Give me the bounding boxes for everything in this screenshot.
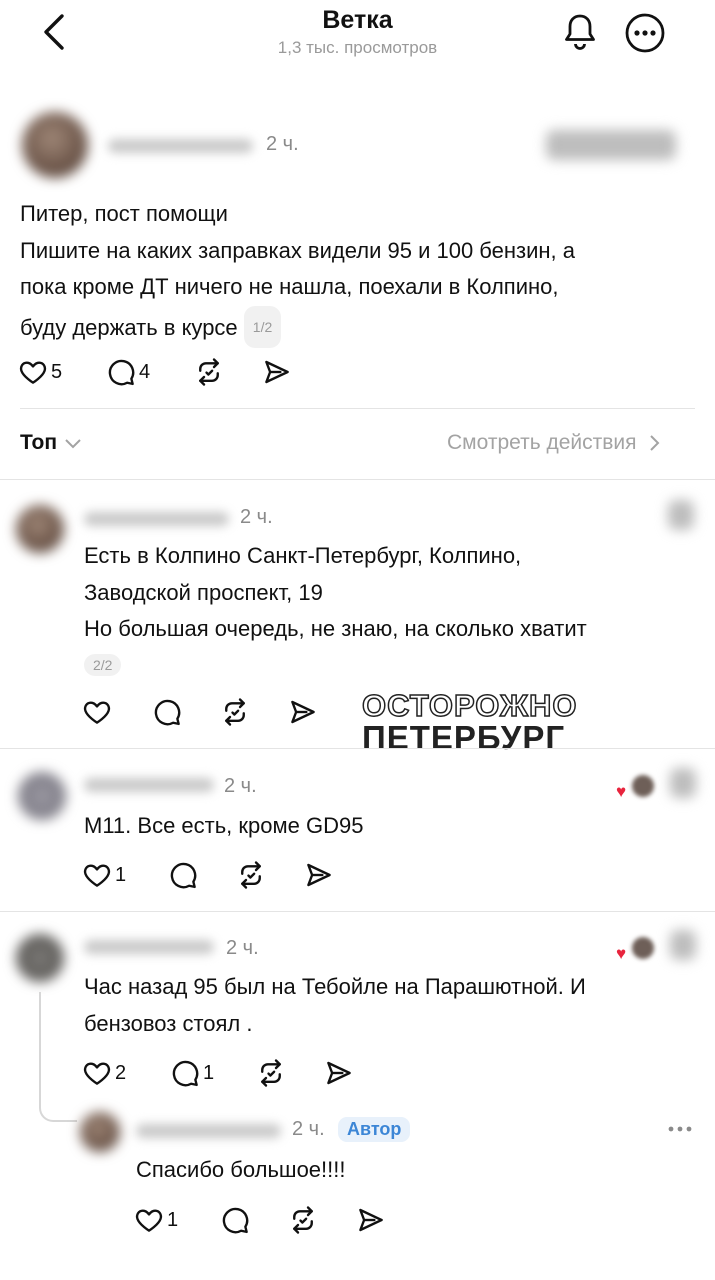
reply-time: 2 ч. [224, 775, 257, 797]
thread-line [39, 992, 41, 1092]
reply-author-name[interactable] [84, 940, 214, 954]
thread-connector [39, 1092, 77, 1122]
heart-icon [18, 357, 48, 387]
reply-button[interactable]: 4 [106, 357, 150, 387]
author-badge: Автор [338, 1117, 411, 1142]
reply-menu-button[interactable] [670, 930, 696, 960]
like-button[interactable]: 1 [134, 1205, 178, 1235]
liked-by-author-icon: ♥ [616, 944, 627, 963]
share-icon [304, 860, 334, 890]
reply-button[interactable]: 1 [170, 1058, 214, 1088]
reply-text: Есть в Колпино Санкт-Петербург, Колпино,… [84, 543, 587, 641]
share-icon [262, 357, 292, 387]
repost-button[interactable] [194, 357, 224, 387]
reply-text: Час назад 95 был на Тебойле на Парашютно… [84, 974, 586, 1036]
page-indicator: 2/2 [84, 654, 122, 676]
see-actions-link[interactable]: Смотреть действия [447, 431, 665, 455]
reply-text: Спасибо большое!!!! [136, 1157, 346, 1182]
reply-avatar[interactable] [16, 934, 64, 982]
reply-time: 2 ч. [240, 506, 273, 528]
reply-button[interactable] [152, 697, 182, 727]
chevron-down-icon [65, 439, 81, 449]
reply-menu-button[interactable] [668, 500, 694, 530]
liked-by-author-avatar [632, 937, 654, 959]
repost-icon [220, 697, 250, 727]
view-count: 1,3 тыс. просмотров [277, 38, 438, 57]
share-button[interactable] [304, 860, 334, 890]
reply-count: 1 [203, 1061, 215, 1084]
repost-button[interactable] [220, 697, 250, 727]
comment-icon [168, 860, 198, 890]
repost-icon [288, 1205, 318, 1235]
divider [20, 408, 695, 409]
heart-icon [82, 697, 112, 727]
like-button[interactable]: 2 [82, 1058, 126, 1088]
repost-button[interactable] [236, 860, 266, 890]
share-button[interactable] [288, 697, 318, 727]
reply-author-name[interactable] [84, 778, 214, 792]
share-icon [288, 697, 318, 727]
like-button[interactable]: 5 [18, 357, 62, 387]
post-text: Питер, пост помощи Пишите на каких запра… [20, 196, 700, 348]
comment-icon [170, 1058, 200, 1088]
liked-by-author-avatar [632, 775, 654, 797]
page-title: Ветка [322, 6, 393, 34]
heart-icon [82, 1058, 112, 1088]
sort-dropdown[interactable]: Топ [20, 431, 84, 455]
reply-button[interactable] [220, 1205, 250, 1235]
like-button[interactable] [82, 697, 112, 727]
divider [0, 911, 715, 912]
reply-count: 4 [139, 360, 151, 383]
comment-icon [152, 697, 182, 727]
reply-text: M11. Все есть, кроме GD95 [84, 813, 364, 838]
post-author-avatar[interactable] [22, 112, 88, 178]
divider [0, 748, 715, 749]
like-count: 5 [51, 360, 63, 383]
repost-button[interactable] [256, 1058, 286, 1088]
reply-time: 2 ч. [292, 1118, 325, 1140]
share-button[interactable] [356, 1205, 386, 1235]
more-options-button[interactable] [622, 10, 668, 56]
see-actions-label: Смотреть действия [447, 431, 637, 454]
bell-icon [565, 14, 595, 50]
reply-avatar[interactable] [80, 1112, 120, 1152]
divider [0, 479, 715, 480]
repost-button[interactable] [288, 1205, 318, 1235]
post-author-name[interactable] [108, 139, 253, 153]
reply-avatar[interactable] [16, 505, 64, 553]
sort-label: Топ [20, 431, 58, 454]
like-button[interactable]: 1 [82, 860, 126, 890]
reply-author-name[interactable] [84, 512, 229, 526]
reply-time: 2 ч. [226, 937, 259, 959]
share-button[interactable] [324, 1058, 354, 1088]
notifications-button[interactable] [558, 12, 602, 52]
share-button[interactable] [262, 357, 292, 387]
watermark-line-2: ПЕТЕРБУРГ [362, 719, 566, 756]
follow-button[interactable] [546, 130, 676, 160]
more-icon [625, 13, 665, 53]
like-count: 1 [115, 863, 127, 886]
share-icon [356, 1205, 386, 1235]
liked-by-author-icon: ♥ [616, 782, 627, 801]
heart-icon [82, 860, 112, 890]
comment-icon [220, 1205, 250, 1235]
page-indicator: 1/2 [243, 305, 282, 348]
share-icon [324, 1058, 354, 1088]
repost-icon [256, 1058, 286, 1088]
repost-icon [236, 860, 266, 890]
more-dots-icon [668, 1126, 692, 1132]
reply-author-name[interactable] [136, 1124, 281, 1138]
like-count: 1 [167, 1208, 179, 1231]
repost-icon [194, 357, 224, 387]
reply-menu-button[interactable] [670, 768, 696, 798]
post-time: 2 ч. [266, 133, 299, 155]
heart-icon [134, 1205, 164, 1235]
comment-icon [106, 357, 136, 387]
chevron-right-icon [649, 435, 659, 451]
reply-button[interactable] [168, 860, 198, 890]
reply-avatar[interactable] [18, 772, 66, 820]
like-count: 2 [115, 1061, 127, 1084]
reply-menu-button[interactable] [666, 1118, 694, 1140]
